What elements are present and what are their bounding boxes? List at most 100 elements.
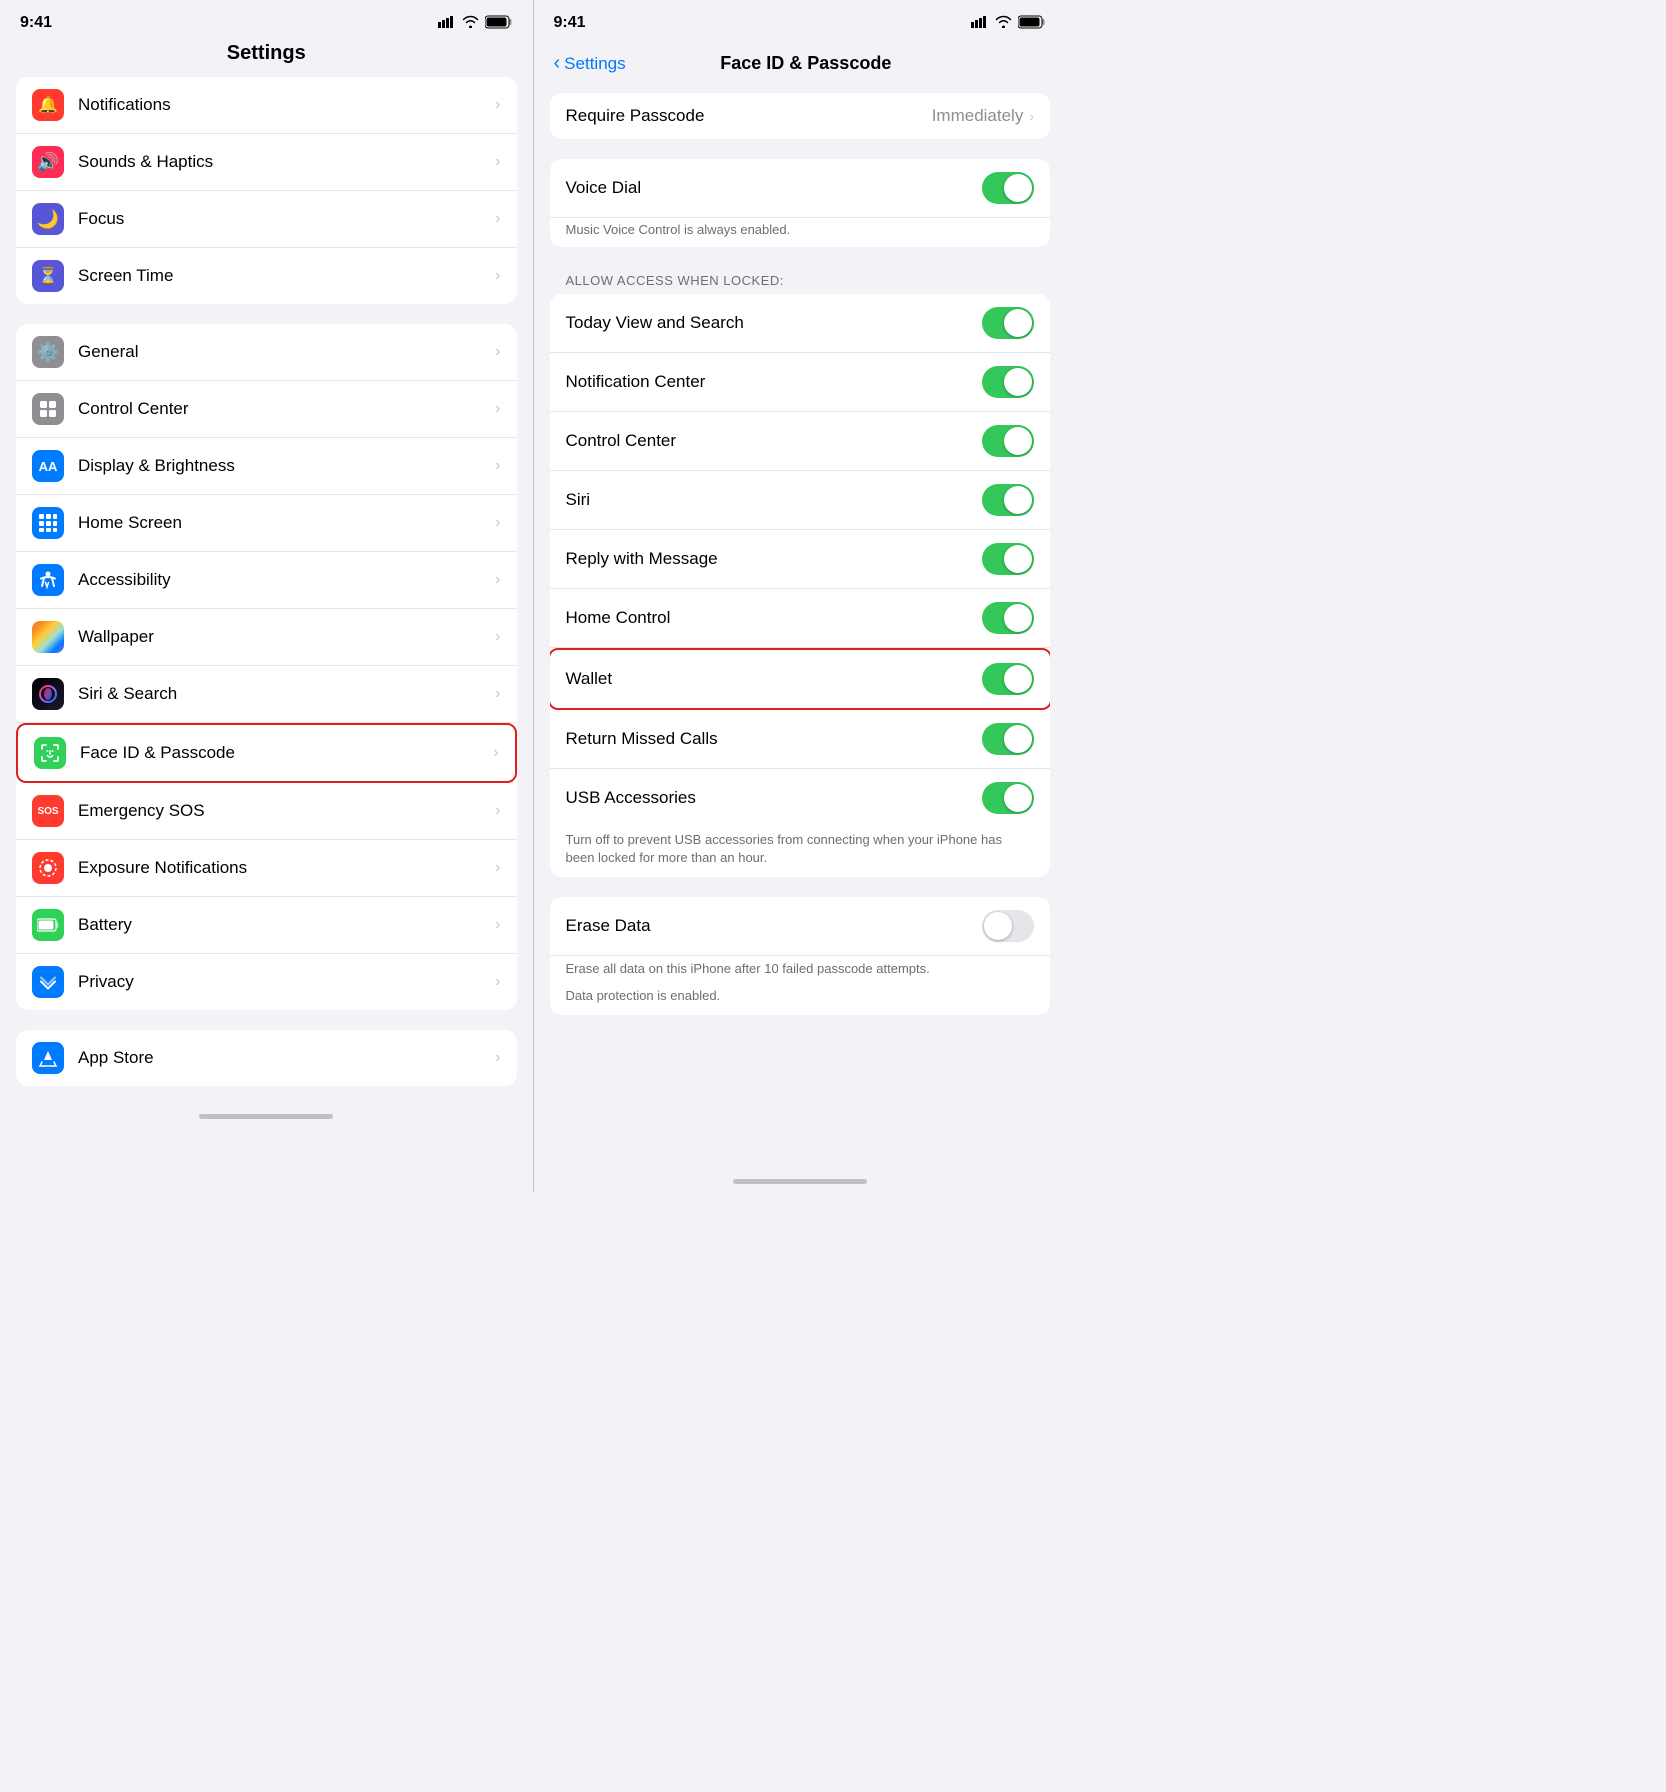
access-row-usbaccessories[interactable]: USB Accessories [550,769,1051,827]
sidebar-item-display[interactable]: AA Display & Brightness › [16,438,517,495]
focus-icon: 🌙 [32,203,64,235]
voice-dial-label: Voice Dial [566,178,983,198]
notificationcenter-toggle[interactable] [982,366,1034,398]
home-indicator-left [199,1114,333,1119]
access-row-returnmissedcalls[interactable]: Return Missed Calls [550,710,1051,769]
require-passcode-card: Require Passcode Immediately › [550,93,1051,139]
back-chevron-icon: ‹ [554,52,561,75]
allow-access-header: ALLOW ACCESS WHEN LOCKED: [550,267,1051,294]
sounds-label: Sounds & Haptics [78,152,495,172]
voice-dial-row[interactable]: Voice Dial [550,159,1051,218]
sidebar-item-homescreen[interactable]: Home Screen › [16,495,517,552]
faceid-icon [34,737,66,769]
usbaccessories-label: USB Accessories [566,788,983,808]
back-button[interactable]: ‹ Settings [554,52,626,75]
erase-data-row[interactable]: Erase Data [550,897,1051,956]
replywithmessage-label: Reply with Message [566,549,983,569]
toggle-knob [1004,309,1032,337]
battery-label: Battery [78,915,495,935]
toggle-knob [1004,486,1032,514]
access-row-notificationcenter[interactable]: Notification Center [550,353,1051,412]
right-content: Require Passcode Immediately › Voice Dia… [534,81,1067,1171]
accessibility-icon [32,564,64,596]
sidebar-item-siri[interactable]: Siri & Search › [16,666,517,723]
erase-data-toggle[interactable] [982,910,1034,942]
sidebar-item-notifications[interactable]: 🔔 Notifications › [16,77,517,134]
sidebar-item-wallpaper[interactable]: Wallpaper › [16,609,517,666]
general-label: General [78,342,495,362]
sidebar-item-appstore[interactable]: App Store › [16,1030,517,1086]
sos-icon: SOS [32,795,64,827]
homescreen-icon [32,507,64,539]
wallet-toggle[interactable] [982,663,1034,695]
returnmissedcalls-label: Return Missed Calls [566,729,983,749]
exposure-icon [32,852,64,884]
access-row-controlcenter[interactable]: Control Center [550,412,1051,471]
sos-label: Emergency SOS [78,801,495,821]
voice-dial-note: Music Voice Control is always enabled. [550,218,1051,247]
sidebar-item-exposure[interactable]: Exposure Notifications › [16,840,517,897]
sidebar-item-battery[interactable]: Battery › [16,897,517,954]
exposure-label: Exposure Notifications [78,858,495,878]
toggle-knob [1004,725,1032,753]
sidebar-item-sounds[interactable]: 🔊 Sounds & Haptics › [16,134,517,191]
replywithmessage-toggle[interactable] [982,543,1034,575]
sidebar-item-privacy[interactable]: Privacy › [16,954,517,1010]
erase-data-label: Erase Data [566,916,983,936]
controlcenter-icon [32,393,64,425]
usb-note: Turn off to prevent USB accessories from… [550,827,1051,877]
right-header: ‹ Settings Face ID & Passcode [534,38,1067,81]
back-label: Settings [564,54,625,74]
chevron-icon: › [495,96,500,114]
battery-icon [485,15,513,32]
settings-group-1: 🔔 Notifications › 🔊 Sounds & Haptics › 🌙… [16,77,517,304]
privacy-label: Privacy [78,972,495,992]
homescreen-label: Home Screen [78,513,495,533]
todayview-toggle[interactable] [982,307,1034,339]
voice-dial-toggle[interactable] [982,172,1034,204]
chevron-icon: › [495,628,500,646]
siri-label: Siri [566,490,983,510]
homecontrol-label: Home Control [566,608,983,628]
chevron-icon: › [495,859,500,877]
sidebar-item-controlcenter[interactable]: Control Center › [16,381,517,438]
access-row-siri[interactable]: Siri [550,471,1051,530]
privacy-icon [32,966,64,998]
toggle-knob [1004,368,1032,396]
erase-data-note1: Erase all data on this iPhone after 10 f… [550,956,1051,982]
toggle-knob [1004,545,1032,573]
erase-data-note2: Data protection is enabled. [550,983,1051,1015]
sidebar-item-screentime[interactable]: ⏳ Screen Time › [16,248,517,304]
siri-toggle[interactable] [982,484,1034,516]
page-title-left: Settings [0,38,533,77]
access-row-replywithmessage[interactable]: Reply with Message [550,530,1051,589]
usbaccessories-toggle[interactable] [982,782,1034,814]
sidebar-item-focus[interactable]: 🌙 Focus › [16,191,517,248]
require-passcode-label: Require Passcode [566,106,932,126]
sidebar-item-accessibility[interactable]: Accessibility › [16,552,517,609]
access-row-todayview[interactable]: Today View and Search [550,294,1051,353]
toggle-knob [984,912,1012,940]
returnmissedcalls-toggle[interactable] [982,723,1034,755]
siri-icon [32,678,64,710]
left-panel: 9:41 Settings 🔔 Notifications › 🔊 Sounds… [0,0,533,1192]
chevron-icon: › [493,744,498,762]
screentime-icon: ⏳ [32,260,64,292]
status-icons-right [971,15,1046,32]
appstore-label: App Store [78,1048,495,1068]
homecontrol-toggle[interactable] [982,602,1034,634]
require-passcode-row[interactable]: Require Passcode Immediately › [550,93,1051,139]
focus-label: Focus [78,209,495,229]
right-panel: 9:41 ‹ Settings Face ID & Passcode Requi… [534,0,1067,1192]
toggle-knob [1004,427,1032,455]
require-passcode-value: Immediately [932,106,1024,126]
general-icon: ⚙️ [32,336,64,368]
accessibility-label: Accessibility [78,570,495,590]
sidebar-item-faceid[interactable]: Face ID & Passcode › [16,723,517,783]
access-row-homecontrol[interactable]: Home Control [550,589,1051,648]
sidebar-item-sos[interactable]: SOS Emergency SOS › [16,783,517,840]
controlcenter-toggle[interactable] [982,425,1034,457]
access-row-wallet[interactable]: Wallet [550,648,1051,710]
sidebar-item-general[interactable]: ⚙️ General › [16,324,517,381]
right-page-title: Face ID & Passcode [720,53,891,74]
